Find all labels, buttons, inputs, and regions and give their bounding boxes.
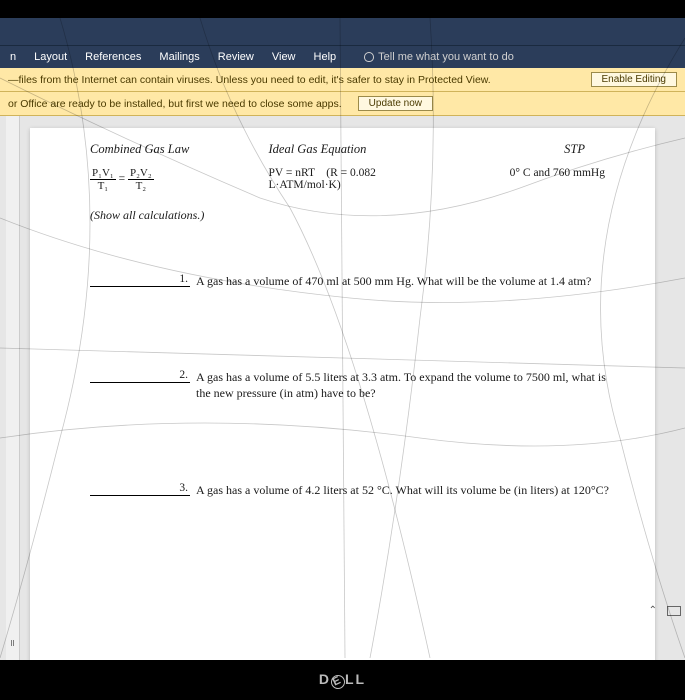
question-1: 1. A gas has a volume of 470 ml at 500 m… (90, 273, 615, 289)
tab-mailings[interactable]: Mailings (159, 51, 199, 63)
tab-view[interactable]: View (272, 51, 296, 63)
tell-me-search[interactable]: Tell me what you want to do (364, 51, 514, 63)
status-bar-right: ⌃ (649, 605, 681, 616)
lightbulb-icon (364, 52, 374, 62)
show-calculations-note: (Show all calculations.) (90, 208, 615, 223)
header-stp: STP (447, 142, 615, 157)
enable-editing-button[interactable]: Enable Editing (591, 72, 678, 87)
protected-view-bar: —files from the Internet can contain vir… (0, 68, 685, 92)
ribbon-tabs: n Layout References Mailings Review View… (0, 46, 685, 68)
question-3-number: 3. (90, 482, 190, 496)
protected-view-message: —files from the Internet can contain vir… (8, 74, 491, 86)
question-1-text: A gas has a volume of 470 ml at 500 mm H… (196, 273, 591, 289)
ruler-mark: II (10, 639, 14, 648)
title-bar (0, 18, 685, 46)
tab-references[interactable]: References (85, 51, 141, 63)
app-window: n Layout References Mailings Review View… (0, 18, 685, 660)
question-2-number: 2. (90, 369, 190, 383)
question-2-text: A gas has a volume of 5.5 liters at 3.3 … (196, 369, 615, 401)
formula-ideal: PV = nRT (R = 0.082 L·ATM/mol·K) (269, 167, 437, 192)
tab-review[interactable]: Review (218, 51, 254, 63)
question-1-number: 1. (90, 273, 190, 287)
office-update-message: or Office are ready to be installed, but… (8, 98, 342, 110)
tab-layout[interactable]: Layout (34, 51, 67, 63)
question-2: 2. A gas has a volume of 5.5 liters at 3… (90, 369, 615, 401)
tab-help[interactable]: Help (314, 51, 337, 63)
tell-me-label: Tell me what you want to do (378, 51, 514, 63)
vertical-ruler: II (6, 116, 20, 668)
update-now-button[interactable]: Update now (358, 96, 433, 111)
tab-n[interactable]: n (10, 51, 16, 63)
formula-stp: 0° C and 760 mmHg (447, 167, 615, 192)
ribbon-mode-icon[interactable]: ⌃ (649, 605, 657, 616)
question-3: 3. A gas has a volume of 4.2 liters at 5… (90, 482, 615, 498)
header-ideal: Ideal Gas Equation (269, 142, 437, 157)
document-canvas: II Combined Gas Law Ideal Gas Equation S… (0, 116, 685, 668)
header-combined: Combined Gas Law (90, 142, 258, 157)
office-update-bar: or Office are ready to be installed, but… (0, 92, 685, 116)
view-mode-icon[interactable] (667, 606, 681, 616)
formula-combined: P₁V₁ T₁ = P₂V₂ T₂ (90, 167, 258, 192)
dell-logo: DELL (319, 671, 366, 689)
document-page[interactable]: Combined Gas Law Ideal Gas Equation STP … (30, 128, 655, 668)
column-headers: Combined Gas Law Ideal Gas Equation STP (90, 142, 615, 157)
laptop-bezel: DELL (0, 660, 685, 700)
formula-row: P₁V₁ T₁ = P₂V₂ T₂ PV = nRT (R = 0.082 L·… (90, 167, 615, 192)
question-3-text: A gas has a volume of 4.2 liters at 52 °… (196, 482, 609, 498)
